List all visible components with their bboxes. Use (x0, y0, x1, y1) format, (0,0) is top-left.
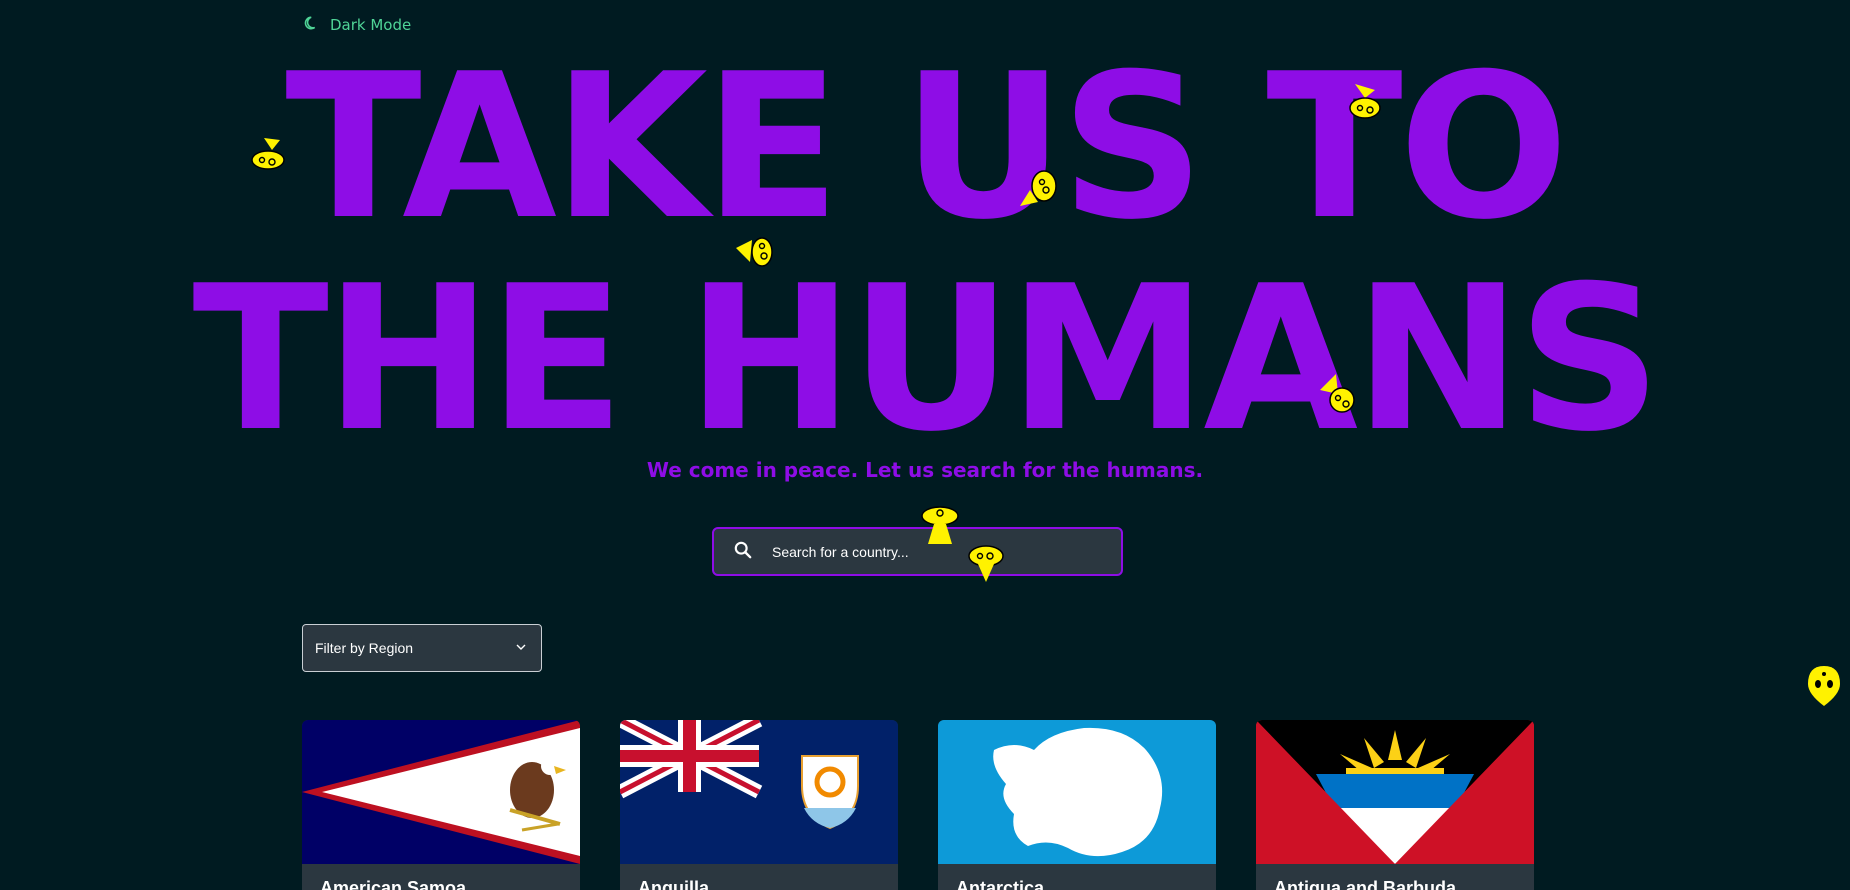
hero-title: TAKE US TO THE HUMANS (0, 42, 1850, 466)
tagline: We come in peace. Let us search for the … (646, 458, 1204, 482)
ufo-icon (921, 506, 959, 544)
hero-title-line-2: THE HUMANS (192, 243, 1661, 476)
ufo-icon (968, 545, 1004, 582)
country-card-anguilla[interactable]: Anguilla (620, 720, 898, 890)
anguilla-flag (620, 720, 898, 864)
antigua-and-barbuda-flag (1256, 720, 1534, 864)
ufo-icon (1808, 666, 1840, 706)
ufo-icon (1320, 374, 1355, 413)
chevron-down-icon (515, 640, 527, 656)
country-name: American Samoa (320, 878, 467, 890)
country-name: Antigua and Barbuda (1274, 878, 1457, 890)
ufo-icon (1349, 84, 1381, 119)
antarctica-flag (938, 720, 1216, 864)
american-samoa-flag (302, 720, 580, 864)
ufo-icon (736, 237, 773, 267)
ufo-icon (251, 138, 285, 170)
search-icon (734, 541, 752, 563)
country-name: Antarctica (956, 878, 1045, 890)
ufo-icon (1020, 170, 1057, 206)
country-name: Anguilla (638, 878, 709, 890)
country-card-antigua-and-barbuda[interactable]: Antigua and Barbuda (1256, 720, 1534, 890)
country-card-american-samoa[interactable]: American Samoa (302, 720, 580, 890)
country-card-antarctica[interactable]: Antarctica (938, 720, 1216, 890)
region-filter-label: Filter by Region (315, 640, 414, 656)
region-filter-select[interactable]: Filter by Region (302, 624, 542, 672)
